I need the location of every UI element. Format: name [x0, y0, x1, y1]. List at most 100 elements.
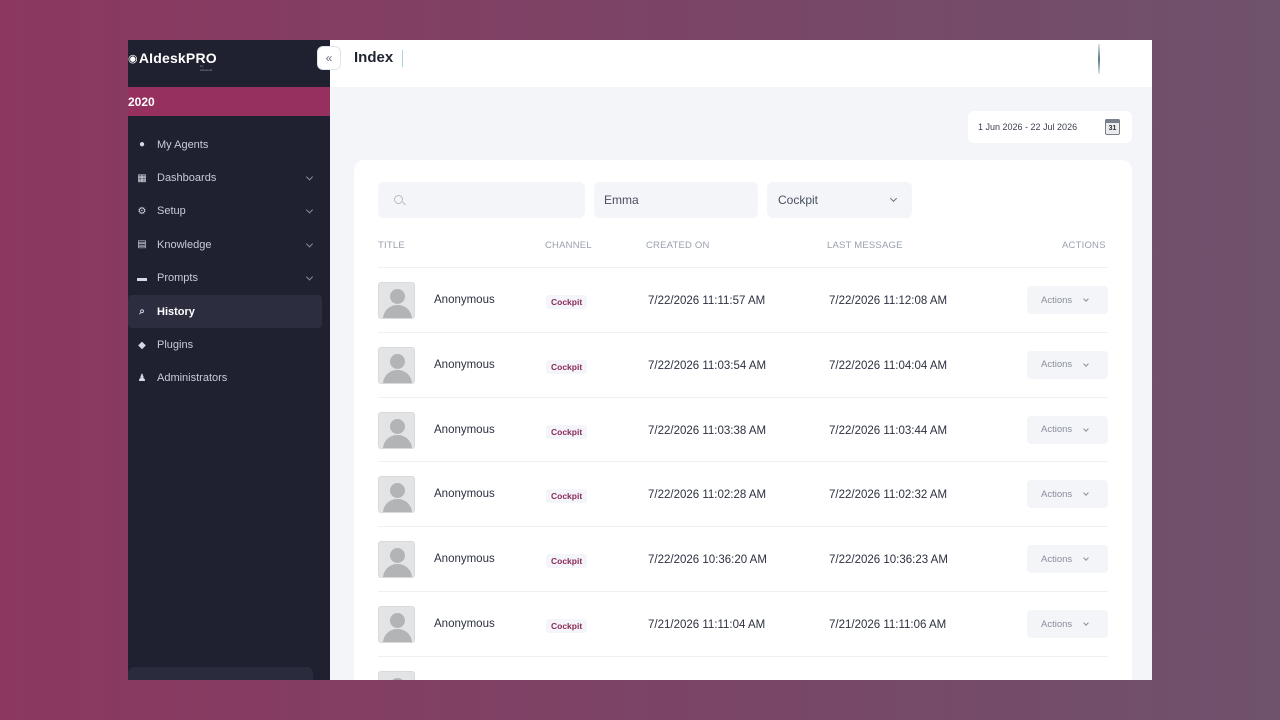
channel-badge: Cockpit: [546, 489, 588, 504]
document-icon: ▤: [137, 239, 147, 251]
chevron-down-icon: [1083, 425, 1089, 432]
channel-badge: Cockpit: [546, 619, 588, 633]
table-row[interactable]: [378, 655, 1108, 680]
sidebar-item-administrators[interactable]: ♟ Administrators: [128, 362, 330, 395]
table-row[interactable]: Anonymous Cockpit 7/22/2026 11:02:28 AM 7/2…: [378, 461, 1108, 526]
actions-dropdown-button[interactable]: Actions: [1027, 480, 1108, 509]
created-on: 7/22/2026 10:36:20 AM: [648, 554, 767, 567]
channel-badge: Cockpit: [546, 554, 588, 569]
sidebar-item-plugins[interactable]: ◆ Plugins: [128, 328, 330, 361]
column-header-channel[interactable]: CHANNEL: [545, 240, 592, 251]
sidebar-item-label: Plugins: [157, 339, 194, 352]
actions-dropdown-button[interactable]: Actions: [1027, 415, 1108, 444]
conversation-title: Anonymous: [434, 423, 495, 436]
sidebar-item-dashboards[interactable]: ▦ Dashboards: [128, 161, 330, 194]
table-row[interactable]: Anonymous Cockpit 7/21/2026 11:11:04 AM 7/2…: [378, 591, 1108, 656]
search-input[interactable]: [378, 182, 585, 218]
actions-label: Actions: [1041, 618, 1073, 630]
chevron-down-icon: [305, 173, 314, 181]
page-title: Index: [354, 49, 394, 66]
actions-label: Actions: [1041, 553, 1073, 565]
channel-select[interactable]: Cockpit: [767, 182, 912, 218]
organization-bar[interactable]: 2020: [128, 87, 330, 116]
title-divider: [402, 50, 403, 67]
search-history-icon: ⌕: [139, 306, 145, 318]
table-row[interactable]: Anonymous Cockpit 7/22/2026 11:03:38 AM 7/2…: [378, 396, 1108, 462]
chevron-down-icon: [305, 206, 314, 215]
top-bar: Index: [330, 40, 1152, 87]
user-filter-field[interactable]: Emma: [594, 182, 758, 218]
sidebar-item-setup[interactable]: ⚙ Setup: [128, 195, 330, 228]
globe-icon: ◉: [128, 52, 138, 65]
last-message: 7/22/2026 11:12:08 AM: [829, 295, 948, 307]
sidebar-nav: ● My Agents ▦ Dashboards ⚙ Setup ▤ Knowledge ▬ Pr…: [128, 128, 330, 395]
column-header-last-message[interactable]: LAST MESSAGE: [827, 240, 903, 251]
chevron-down-icon: [1083, 555, 1089, 562]
created-on: 7/22/2026 11:11:57 AM: [648, 295, 766, 307]
calendar-icon: 31: [1105, 119, 1120, 135]
table-row[interactable]: Anonymous Cockpit 7/22/2026 11:11:57 AM 7/2…: [378, 267, 1108, 332]
channel-badge: Cockpit: [546, 359, 588, 374]
user-icon: ♟: [137, 372, 147, 384]
channel-badge: Cockpit: [546, 424, 588, 439]
sidebar-footer-button[interactable]: [128, 667, 313, 680]
logo: ◉ AIdeskPRO by altostrat: [128, 47, 217, 72]
avatar: [378, 670, 415, 680]
sidebar-item-my-agents[interactable]: ● My Agents: [128, 128, 330, 161]
actions-label: Actions: [1041, 359, 1073, 371]
avatar: [378, 606, 415, 643]
actions-label: Actions: [1041, 424, 1073, 436]
date-range-text: 1 Jun 2026 - 22 Jul 2026: [978, 122, 1078, 132]
created-on: 7/21/2026 11:11:04 AM: [648, 619, 766, 631]
sidebar: ◉ AIdeskPRO by altostrat 2020 ● My Agents…: [128, 40, 330, 680]
chevron-down-icon: [305, 273, 314, 281]
history-card: Emma Cockpit TITLE CHANNEL CREATED ON LA…: [354, 160, 1132, 680]
sidebar-item-prompts[interactable]: ▬ Prompts: [128, 262, 330, 295]
double-chevron-left-icon: «: [325, 51, 333, 65]
channel-badge: Cockpit: [546, 295, 588, 309]
actions-dropdown-button[interactable]: Actions: [1027, 286, 1108, 314]
search-icon: [394, 195, 403, 204]
conversation-title: Anonymous: [434, 618, 495, 630]
avatar: [378, 411, 415, 449]
collapse-sidebar-button[interactable]: «: [317, 46, 341, 70]
chevron-down-icon: [1083, 296, 1089, 302]
avatar: [378, 541, 415, 579]
created-on: 7/22/2026 11:03:38 AM: [648, 424, 767, 437]
date-range-picker[interactable]: 1 Jun 2026 - 22 Jul 2026 31: [968, 111, 1132, 143]
chevron-down-icon: [1083, 620, 1089, 626]
gear-icon: ⚙: [137, 205, 147, 217]
chevron-down-icon: [305, 240, 314, 248]
last-message: 7/22/2026 11:02:32 AM: [829, 489, 948, 502]
actions-label: Actions: [1041, 488, 1073, 500]
chevron-down-icon: [889, 194, 898, 203]
app-window: ◉ AIdeskPRO by altostrat 2020 ● My Agents…: [128, 40, 1152, 680]
organization-label: 2020: [128, 94, 155, 109]
agents-icon: ●: [138, 139, 146, 151]
table-row[interactable]: Anonymous Cockpit 7/22/2026 11:03:54 AM 7/2…: [378, 331, 1108, 397]
avatar: [378, 346, 415, 384]
column-header-actions: ACTIONS: [1062, 240, 1106, 251]
dashboard-icon: ▦: [137, 172, 147, 184]
sidebar-item-label: Dashboards: [157, 172, 217, 185]
table-row[interactable]: Anonymous Cockpit 7/22/2026 10:36:20 AM 7/2…: [378, 526, 1108, 591]
column-header-created-on[interactable]: CREATED ON: [646, 240, 710, 251]
last-message: 7/22/2026 11:03:44 AM: [829, 424, 948, 437]
plugin-icon: ◆: [138, 339, 146, 351]
actions-dropdown-button[interactable]: Actions: [1027, 350, 1108, 379]
column-header-title[interactable]: TITLE: [378, 240, 405, 251]
channel-select-value: Cockpit: [778, 193, 819, 207]
actions-dropdown-button[interactable]: Actions: [1027, 610, 1108, 638]
conversation-title: Anonymous: [434, 294, 495, 306]
user-filter-value: Emma: [604, 193, 639, 207]
sidebar-item-label: Prompts: [157, 272, 198, 285]
created-on: 7/22/2026 11:02:28 AM: [648, 489, 767, 502]
header-indicator: [1098, 44, 1100, 74]
sidebar-item-history[interactable]: ⌕ History: [128, 294, 322, 329]
sidebar-item-knowledge[interactable]: ▤ Knowledge: [128, 228, 330, 261]
last-message: 7/22/2026 11:04:04 AM: [829, 359, 948, 372]
actions-dropdown-button[interactable]: Actions: [1027, 545, 1108, 574]
prompt-icon: ▬: [137, 272, 147, 284]
created-on: 7/22/2026 11:03:54 AM: [648, 359, 767, 372]
actions-label: Actions: [1041, 294, 1073, 306]
